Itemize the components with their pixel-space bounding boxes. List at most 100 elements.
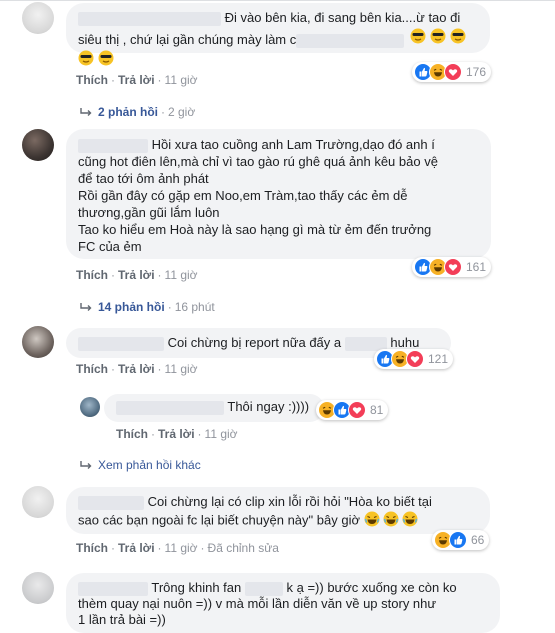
comment-bubble: Hồi xưa tao cuồng anh Lam Trường,dạo đó … [66, 129, 491, 259]
comment-actions: Thích · Trả lời · 11 giờ [76, 73, 198, 87]
comment-text-line: Tao ko hiểu em Hoà này là sao hạng gì mà… [78, 222, 432, 237]
reaction-count: 176 [466, 65, 487, 79]
comment-actions: Thích · Trả lời · 11 giờ [76, 362, 198, 376]
reply-arrow-icon [80, 302, 92, 311]
separator: · [161, 105, 165, 119]
comment-text: Coi chừng lại có clip xin lỗi rồi hỏi "H… [147, 494, 432, 509]
reply-button[interactable]: Trả lời [118, 268, 155, 282]
view-replies-link[interactable]: 2 phản hồi · 2 giờ [80, 105, 195, 119]
love-icon [444, 63, 462, 81]
comment-text-line: 1 lần trả bài =)) [78, 612, 166, 627]
redacted-text [296, 33, 405, 48]
like-button[interactable]: Thích [76, 541, 108, 555]
reaction-summary[interactable]: 161 [412, 257, 492, 277]
comment-bubble: Đi vào bên kia, đi sang bên kia....ừ tao… [66, 3, 490, 66]
view-more-replies-label[interactable]: Xem phản hồi khác [98, 458, 201, 472]
separator: · [111, 268, 115, 282]
view-more-replies-link[interactable]: Xem phản hồi khác [80, 458, 201, 472]
separator: · [200, 541, 205, 555]
reaction-count: 66 [471, 533, 485, 547]
comment-text: Đi vào bên kia, đi sang bên kia....ừ tao… [224, 10, 461, 25]
like-button[interactable]: Thích [116, 427, 148, 441]
comment-text: Hồi xưa tao cuồng anh Lam Trường,dạo đó … [151, 137, 435, 152]
timestamp[interactable]: 11 giờ [165, 268, 198, 282]
separator: · [111, 541, 115, 555]
top-divider [0, 0, 555, 1]
reply-button[interactable]: Trả lời [158, 427, 195, 441]
comment-text-line: siêu thị , chứ lại gần chúng mày làm c [78, 28, 478, 48]
comment-text: k ạ =)) bước xuống xe còn ko [286, 580, 457, 595]
reaction-summary[interactable]: 66 [432, 530, 490, 550]
comment-text-line: thương,gần gũi lắm luôn [78, 205, 220, 220]
comment-bubble: Trông khinh fan k ạ =)) bước xuống xe cò… [66, 573, 500, 633]
avatar[interactable] [22, 486, 54, 518]
timestamp[interactable]: 11 giờ [165, 362, 198, 376]
timestamp: 16 phút [174, 300, 215, 314]
reply-text: Thôi ngay :)))) [227, 399, 310, 414]
comment-text-line: Đi vào bên kia, đi sang bên kia....ừ tao… [78, 10, 478, 26]
separator: · [157, 73, 162, 87]
comment-text-line: Coi chừng lại có clip xin lỗi rồi hỏi "H… [78, 494, 478, 510]
reaction-summary[interactable]: 176 [412, 62, 492, 82]
comment-text: Trông khinh fan [151, 580, 242, 595]
comment-text-line: thèm quay nại nuôn =)) v mà mỗi lần diễn… [78, 596, 437, 611]
reply-arrow-icon [80, 460, 92, 469]
reply-button[interactable]: Trả lời [118, 73, 155, 87]
comment-text-line: cũng hot điên lên,mà chỉ vì tao gào rú g… [78, 154, 438, 169]
reply-arrow-icon [80, 107, 92, 116]
comment-text: sao các bạn ngoài fc lại biết chuyện này… [78, 512, 360, 528]
separator: · [157, 362, 162, 376]
laughing-emoji [364, 511, 418, 531]
edited-label[interactable]: Đã chỉnh sửa [208, 541, 279, 555]
love-icon [348, 401, 366, 419]
author-name-redacted[interactable] [78, 581, 148, 596]
avatar[interactable] [22, 2, 54, 34]
reaction-count: 121 [428, 352, 449, 366]
author-name-redacted[interactable] [78, 138, 148, 153]
comment-text-line: Trông khinh fan k ạ =)) bước xuống xe cò… [78, 580, 488, 596]
love-icon [444, 258, 462, 276]
comment-text-line: để tao tới ôm ảnh phát [78, 171, 209, 186]
replies-count-label[interactable]: 14 phản hồi [98, 300, 165, 314]
timestamp[interactable]: 11 giờ [165, 73, 198, 87]
comment-text: huhu [390, 335, 420, 350]
avatar[interactable] [22, 129, 54, 161]
reply-button[interactable]: Trả lời [118, 362, 155, 376]
timestamp[interactable]: 11 giờ [205, 427, 238, 441]
like-button[interactable]: Thích [76, 268, 108, 282]
reaction-count: 161 [466, 260, 487, 274]
avatar[interactable] [80, 397, 100, 417]
reply-text-line: Thôi ngay :)))) [116, 399, 312, 415]
author-name-redacted[interactable] [116, 400, 224, 415]
comment-actions: Thích · Trả lời · 11 giờ [76, 268, 198, 282]
reply-button[interactable]: Trả lời [118, 541, 155, 555]
comment-text-line: FC của ẻm [78, 239, 142, 254]
comment-text: Coi chừng bị report nữa đấy a [167, 335, 342, 350]
reaction-count: 81 [370, 403, 384, 417]
cool-face-emoji [78, 50, 118, 69]
reaction-summary[interactable]: 81 [316, 400, 389, 420]
like-button[interactable]: Thích [76, 73, 108, 87]
cool-face-emoji [410, 28, 470, 48]
mentioned-name-redacted[interactable] [244, 581, 283, 596]
comment-actions: Thích · Trả lời · 11 giờ · Đã chỉnh sửa [76, 541, 279, 555]
avatar[interactable] [22, 572, 54, 604]
comment-text-line: sao các bạn ngoài fc lại biết chuyện này… [78, 511, 478, 531]
separator: · [197, 427, 202, 441]
author-name-redacted[interactable] [78, 495, 144, 510]
comment-text-line: Rồi gần đây có gặp em Noo,em Tràm,tao th… [78, 188, 408, 203]
comment-text: siêu thị , chứ lại gần chúng mày làm c [78, 32, 297, 47]
comment-text-line: Hồi xưa tao cuồng anh Lam Trường,dạo đó … [78, 136, 479, 153]
like-button[interactable]: Thích [76, 362, 108, 376]
reaction-summary[interactable]: 121 [374, 349, 454, 369]
reply-bubble: Thôi ngay :)))) [104, 394, 324, 422]
author-name-redacted[interactable] [78, 336, 164, 351]
author-name-redacted[interactable] [78, 11, 221, 26]
avatar[interactable] [22, 326, 54, 358]
timestamp[interactable]: 11 giờ [165, 541, 198, 555]
view-replies-link[interactable]: 14 phản hồi · 16 phút [80, 300, 215, 314]
separator: · [157, 268, 162, 282]
replies-count-label[interactable]: 2 phản hồi [98, 105, 158, 119]
timestamp: 2 giờ [168, 105, 196, 119]
reply-actions: Thích · Trả lời · 11 giờ [116, 427, 238, 441]
